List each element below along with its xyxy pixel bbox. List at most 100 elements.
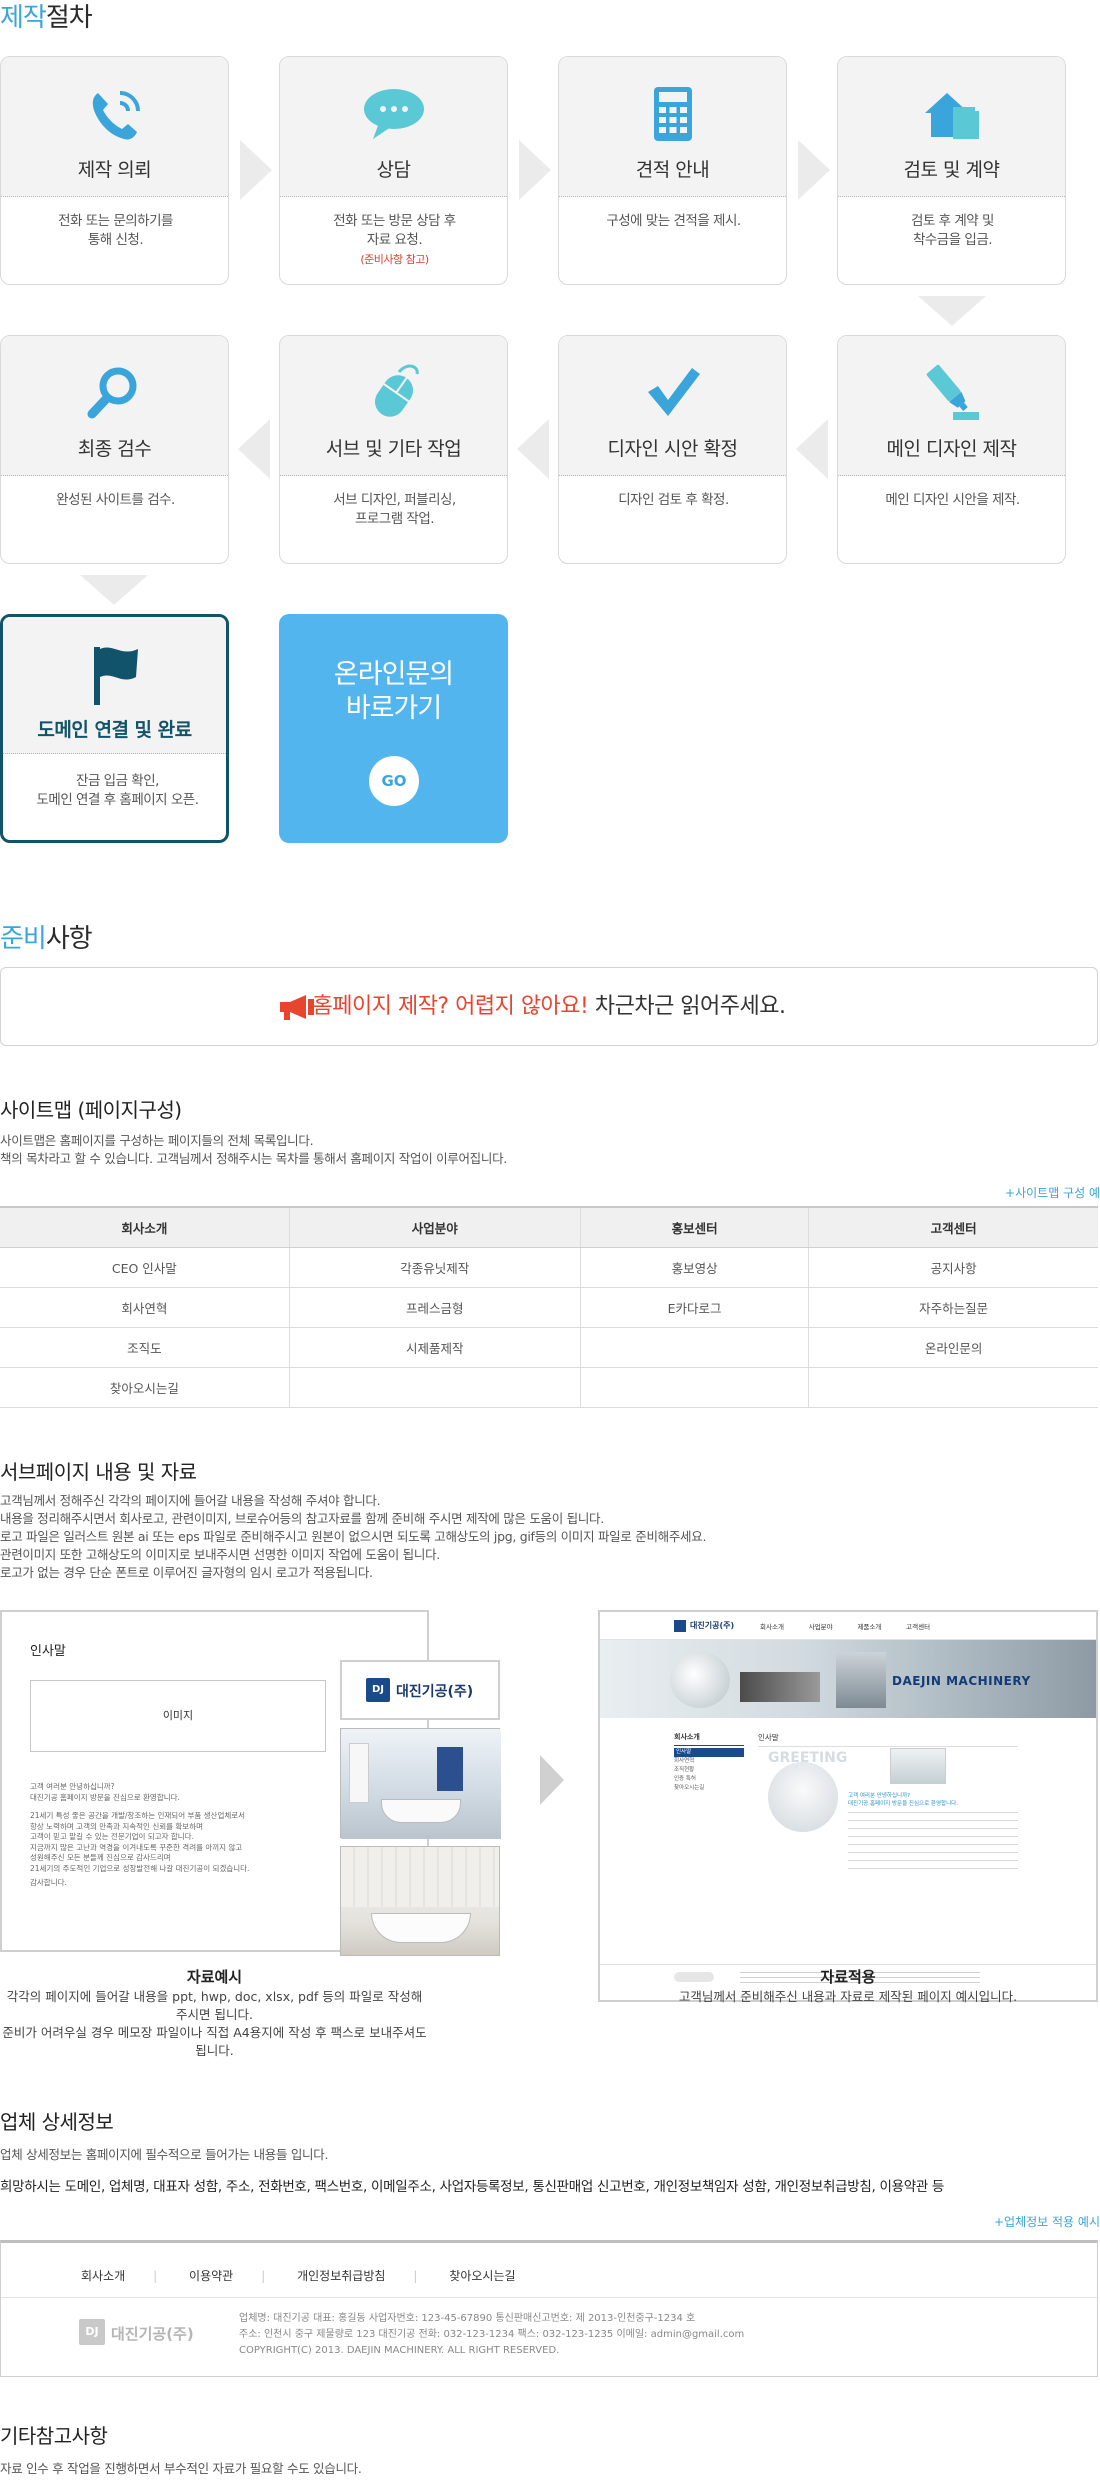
applied-nav: 회사소개 사업분야 제품소개 고객센터 xyxy=(760,1623,931,1631)
subpage-desc: 고객님께서 정해주신 각각의 페이지에 들어갈 내용을 작성해 주셔야 합니다.… xyxy=(0,1493,707,1580)
step-sub-work: 서브 및 기타 작업 서브 디자인, 퍼블리싱, 프로그램 작업. xyxy=(279,335,508,564)
applied-side-menu: 인사말 회사연혁 조직현황 인증 특허 찾아오시는길 xyxy=(674,1748,744,1793)
arrow-right-icon xyxy=(798,140,830,200)
arrow-left-icon xyxy=(517,419,549,479)
flag-icon xyxy=(93,647,138,705)
step-title: 검토 및 계약 xyxy=(903,159,1000,181)
applied-content-title: 인사말 xyxy=(758,1732,1018,1747)
arrow-right-icon xyxy=(519,140,551,200)
example-heading: 인사말 xyxy=(30,1644,66,1659)
online-inquiry-title: 온라인문의 바로가기 xyxy=(333,659,454,724)
table-header: 사업분야 xyxy=(288,1206,581,1248)
applied-body: 고객 여러분 안녕하십니까? 대진기공 홈페이지 방문을 진심으로 환영합니다. xyxy=(848,1793,958,1807)
footer-nav-item[interactable]: 회사소개 xyxy=(81,2269,125,2283)
example-image-placeholder: 이미지 xyxy=(30,1680,326,1752)
footer-logo-text: 대진기공(주) xyxy=(111,2325,194,2343)
table-row: 찾아오시는길 xyxy=(0,1367,1098,1408)
arrow-down-icon xyxy=(80,575,148,605)
example-caption-title: 자료예시 xyxy=(186,1968,243,1986)
footer-nav-item[interactable]: 찾아오시는길 xyxy=(449,2269,515,2283)
company-example-link[interactable]: +업체정보 적용 예시 xyxy=(994,2213,1100,2230)
applied-caption-title: 자료적용 xyxy=(820,1968,876,1986)
subpage-title: 서브페이지 내용 및 자료 xyxy=(0,1460,197,1484)
step-title: 도메인 연결 및 완료 xyxy=(37,719,192,741)
footer-logo-mark: DJ xyxy=(79,2319,105,2345)
step-title: 견적 안내 xyxy=(635,159,710,181)
sitemap-example-link[interactable]: +사이트맵 구성 예 xyxy=(1005,1184,1100,1201)
example-body: 고객 여러분 안녕하십니까? 대진기공 홈페이지 방문을 진심으로 환영합니다.… xyxy=(30,1782,250,1887)
company-required-fields: 희망하시는 도메인, 업체명, 대표자 성함, 주소, 전화번호, 팩스번호, … xyxy=(0,2179,945,2195)
table-header: 고객센터 xyxy=(808,1206,1098,1248)
example-photo-bathroom-2 xyxy=(340,1846,500,1956)
mouse-icon xyxy=(374,364,419,417)
step-title: 상담 xyxy=(376,159,411,181)
process-section-title: 제작절차 xyxy=(0,3,93,33)
step-title: 서브 및 기타 작업 xyxy=(325,438,462,460)
etc-title: 기타참고사항 xyxy=(0,2424,108,2448)
prep-banner: 홈페이지 제작? 어렵지 않아요! 차근차근 읽어주세요. xyxy=(0,967,1098,1046)
checkmark-icon xyxy=(647,368,700,416)
applied-side-title: 회사소개 xyxy=(674,1732,744,1746)
step-main-design: 메인 디자인 제작 메인 디자인 시안을 제작. xyxy=(837,335,1066,564)
step-desc: 디자인 검토 후 확정. xyxy=(618,492,729,508)
step-desc: 서브 디자인, 퍼블리싱, 프로그램 작업. xyxy=(333,492,456,527)
phone-icon xyxy=(92,91,140,140)
arrow-left-icon xyxy=(796,419,828,479)
table-header: 홍보센터 xyxy=(579,1206,809,1248)
sitemap-title: 사이트맵 (페이지구성) xyxy=(0,1098,182,1122)
magnifier-icon xyxy=(87,367,136,419)
footer-nav-item[interactable]: 이용약관 xyxy=(189,2269,233,2283)
step-title: 디자인 시안 확정 xyxy=(607,438,738,460)
step-desc: 메인 디자인 시안을 제작. xyxy=(885,492,1020,508)
arrow-right-icon xyxy=(240,140,272,200)
logo-text: 대진기공(주) xyxy=(396,1684,474,1700)
logo-mark: DJ xyxy=(366,1678,390,1702)
highlighter-icon xyxy=(926,364,979,420)
prep-section-title: 준비사항 xyxy=(0,924,93,954)
applied-brand: 대진기공(주) xyxy=(690,1621,735,1630)
banner-text: 차근차근 읽어주세요. xyxy=(588,994,786,1019)
sitemap-table: 회사소개 사업분야 홍보센터 고객센터 CEO 인사말 각종유닛제작 홍보영상 공지사… xyxy=(0,1206,1098,1408)
footer-nav-item[interactable]: 개인정보취급방침 xyxy=(297,2269,385,2283)
banner-highlight: 홈페이지 제작? 어렵지 않아요! xyxy=(312,994,589,1019)
table-row: 회사연혁 프레스금형 E카다로그 자주하는질문 xyxy=(0,1287,1098,1328)
company-desc: 업체 상세정보는 홈페이지에 필수적으로 들어가는 내용들 입니다. xyxy=(0,2147,329,2162)
step-final-check: 최종 검수 완성된 사이트를 검수. xyxy=(0,335,229,564)
sitemap-desc: 사이트맵은 홈페이지를 구성하는 페이지들의 전체 목록입니다. 책의 목차라고 … xyxy=(0,1133,507,1166)
company-title: 업체 상세정보 xyxy=(0,2110,114,2134)
step-desc: 구성에 맞는 견적을 제시. xyxy=(606,213,741,229)
table-row: 조직도 시제품제작 온라인문의 xyxy=(0,1327,1098,1368)
calculator-icon xyxy=(653,87,692,141)
go-button[interactable]: GO xyxy=(369,756,419,806)
table-header: 회사소개 xyxy=(0,1206,290,1248)
megaphone-icon xyxy=(280,995,314,1020)
step-title: 메인 디자인 제작 xyxy=(886,438,1017,460)
step-estimate: 견적 안내 구성에 맞는 견적을 제시. xyxy=(558,56,787,285)
step-title: 제작 의뢰 xyxy=(77,159,152,181)
etc-desc: 자료 인수 후 작업을 진행하면서 부수적인 자료가 필요할 수도 있습니다. xyxy=(0,2461,362,2476)
step-request: 제작 의뢰 전화 또는 문의하기를 통해 신청. xyxy=(0,56,229,285)
applied-hero-title: DAEJIN MACHINERY xyxy=(892,1674,1031,1688)
house-document-icon xyxy=(924,93,979,139)
step-title: 최종 검수 xyxy=(77,438,152,460)
step-desc: 완성된 사이트를 검수. xyxy=(56,492,175,508)
online-inquiry-button[interactable]: 온라인문의 바로가기 GO xyxy=(279,614,508,843)
step-desc: 검토 후 계약 및 착수금을 입금. xyxy=(911,213,994,248)
arrow-right-icon xyxy=(540,1755,564,1805)
footer-example: 회사소개 | 이용약관 | 개인정보취급방침 | 찾아오시는길 DJ 대진기공(주) … xyxy=(0,2240,1098,2377)
step-contract: 검토 및 계약 검토 후 계약 및 착수금을 입금. xyxy=(837,56,1066,285)
arrow-down-icon xyxy=(918,296,986,326)
chat-bubble-icon xyxy=(363,89,424,139)
step-desc: 전화 또는 문의하기를 통해 신청. xyxy=(58,213,173,248)
applied-page-example: 대진기공(주) 회사소개 사업분야 제품소개 고객센터 DAEJIN MACHI… xyxy=(598,1610,1098,2002)
applied-caption: 고객님께서 준비해주신 내용과 자료로 제작된 페이지 예시입니다. xyxy=(678,1989,1018,2004)
table-row: CEO 인사말 각종유닛제작 홍보영상 공지사항 xyxy=(0,1247,1098,1288)
step-design-confirm: 디자인 시안 확정 디자인 검토 후 확정. xyxy=(558,335,787,564)
footer-company-info: 업체명: 대진기공 대표: 홍길동 사업자번호: 123-45-67890 통신… xyxy=(239,2313,745,2356)
arrow-left-icon xyxy=(238,419,270,479)
example-caption: 각각의 페이지에 들어갈 내용을 ppt, hwp, doc, xlsx, pd… xyxy=(2,1989,427,2058)
example-logo: DJ 대진기공(주) xyxy=(340,1660,500,1720)
step-consult: 상담 전화 또는 방문 상담 후 자료 요청. (준비사항 참고) xyxy=(279,56,508,285)
example-photo-bathroom-1 xyxy=(340,1728,501,1839)
step-desc: 전화 또는 방문 상담 후 자료 요청. (준비사항 참고) xyxy=(333,213,456,266)
